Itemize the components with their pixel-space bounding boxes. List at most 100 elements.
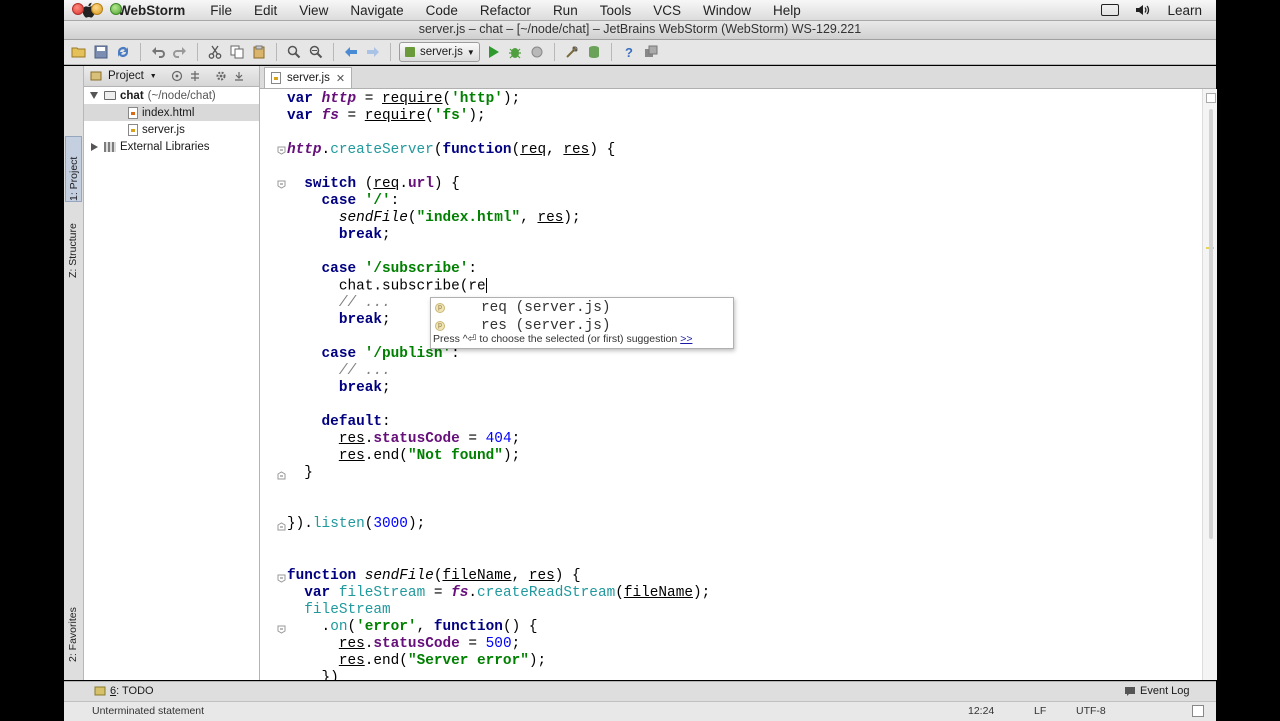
tree-item-external-libraries[interactable]: External Libraries (84, 138, 259, 155)
find-icon[interactable] (285, 43, 303, 61)
hide-panel-icon[interactable] (233, 70, 245, 82)
code-line: default: (321, 414, 391, 430)
completion-item[interactable]: p req (server.js) (431, 298, 731, 317)
code-line: var fileStream = fs.createReadStream(fil… (304, 585, 711, 601)
editor-tabs: server.js ✕ (260, 66, 1216, 89)
synchronize-icon[interactable] (114, 43, 132, 61)
toolbar-separator (553, 43, 555, 61)
menu-view[interactable]: View (288, 3, 339, 18)
tree-item-chat-root[interactable]: chat (~/node/chat) (84, 87, 259, 104)
minimize-window-button[interactable] (91, 3, 103, 15)
menu-vcs[interactable]: VCS (642, 3, 692, 18)
fold-marker-icon[interactable] (277, 180, 286, 189)
tool-tab-todo[interactable]: 6: TODO (94, 685, 154, 697)
lock-status-icon[interactable] (1192, 705, 1204, 717)
toolbar-separator (333, 43, 334, 61)
code-line: case '/': (321, 193, 400, 209)
scroll-from-source-icon[interactable] (171, 70, 183, 82)
zoom-window-button[interactable] (110, 3, 122, 15)
paste-icon[interactable] (250, 43, 268, 61)
back-arrow-icon[interactable] (342, 43, 360, 61)
fold-marker-icon[interactable] (277, 471, 286, 480)
tool-tab-project[interactable]: 1: Project (65, 136, 82, 202)
menu-code[interactable]: Code (415, 3, 469, 18)
svg-text:?: ? (625, 45, 633, 60)
menu-window[interactable]: Window (692, 3, 762, 18)
chevron-down-icon[interactable]: ▼ (150, 73, 157, 80)
open-folder-icon[interactable] (70, 43, 88, 61)
forward-arrow-icon[interactable] (364, 43, 382, 61)
fold-marker-icon[interactable] (277, 522, 286, 531)
js-file-icon (271, 72, 281, 84)
file-name: index.html (142, 106, 195, 119)
caret-position[interactable]: 12:24 (968, 705, 994, 717)
screen-mirroring-icon[interactable] (1101, 4, 1120, 16)
menu-file[interactable]: File (199, 3, 243, 18)
file-encoding[interactable]: UTF-8 (1076, 705, 1106, 717)
inspection-status-icon[interactable] (1206, 93, 1216, 103)
redo-icon[interactable] (171, 43, 189, 61)
expand-arrow-icon[interactable] (91, 142, 98, 151)
editor-scrollbar[interactable] (1202, 89, 1217, 680)
speaker-icon[interactable] (1135, 3, 1151, 17)
replace-icon[interactable] (307, 43, 325, 61)
code-line: function sendFile(fileName, res) { (287, 568, 581, 584)
chevron-down-icon: ▼ (466, 47, 475, 57)
menu-refactor[interactable]: Refactor (469, 3, 542, 18)
code-editor[interactable]: var http = require('http'); var fs = req… (286, 89, 1202, 680)
collapse-all-icon[interactable] (189, 70, 201, 82)
fold-marker-icon[interactable] (277, 146, 286, 155)
database-icon[interactable] (585, 43, 603, 61)
save-all-icon[interactable] (92, 43, 110, 61)
tree-item-server-js[interactable]: server.js (84, 121, 259, 138)
menu-run[interactable]: Run (542, 3, 589, 18)
copy-icon[interactable] (228, 43, 246, 61)
menu-user[interactable]: Learn (1167, 3, 1202, 18)
fold-marker-icon[interactable] (277, 625, 286, 634)
run-configuration-select[interactable]: server.js ▼ (399, 42, 480, 62)
run-icon[interactable] (484, 43, 502, 61)
cut-icon[interactable] (206, 43, 224, 61)
toolbar-separator (276, 43, 277, 61)
code-line: }).listen(3000); (287, 516, 426, 532)
project-view-select[interactable]: Project (108, 70, 144, 82)
scrollbar-thumb[interactable] (1209, 109, 1213, 539)
tool-tab-favorites[interactable]: 2: Favorites (65, 596, 82, 676)
expand-arrow-icon[interactable] (90, 92, 98, 99)
project-icon (90, 71, 102, 81)
toolbar-separator (197, 43, 198, 61)
completion-hint-text: Press ^⏎ to choose the selected (or firs… (433, 333, 678, 345)
tool-tab-event-log[interactable]: Event Log (1124, 685, 1190, 697)
plugin-icon[interactable] (642, 43, 660, 61)
tab-server-js[interactable]: server.js ✕ (264, 67, 353, 88)
fold-marker-icon[interactable] (277, 574, 286, 583)
code-line: // ... (338, 295, 391, 311)
debug-icon[interactable] (506, 43, 524, 61)
gear-icon[interactable] (215, 70, 227, 82)
close-window-button[interactable] (72, 3, 84, 15)
menu-tools[interactable]: Tools (589, 3, 643, 18)
menu-navigate[interactable]: Navigate (339, 3, 414, 18)
settings-icon[interactable] (563, 43, 581, 61)
completion-hint-link[interactable]: >> (680, 333, 692, 345)
line-separator[interactable]: LF (1034, 705, 1046, 717)
menu-help[interactable]: Help (762, 3, 812, 18)
coverage-icon[interactable] (528, 43, 546, 61)
toolbar-separator (140, 43, 141, 61)
code-line: break; (338, 380, 391, 396)
tool-tab-structure[interactable]: Z: Structure (65, 216, 82, 296)
bottom-tool-bar: 6: TODO Event Log (64, 681, 1216, 702)
tree-item-index-html[interactable]: index.html (84, 104, 259, 121)
root-folder-path: (~/node/chat) (147, 89, 216, 102)
code-line: var http = require('http'); (287, 91, 521, 107)
menu-edit[interactable]: Edit (243, 3, 288, 18)
toolbar-separator (610, 43, 612, 61)
toolbar-separator (390, 43, 391, 61)
event-log-icon (1125, 687, 1135, 696)
close-tab-icon[interactable]: ✕ (336, 72, 345, 85)
undo-icon[interactable] (149, 43, 167, 61)
completion-item-name: req (481, 299, 507, 316)
completion-popup[interactable]: p req (server.js) p res (server.js) Pres… (430, 297, 734, 349)
help-icon[interactable]: ? (620, 43, 638, 61)
code-line: switch (req.url) { (304, 176, 460, 192)
